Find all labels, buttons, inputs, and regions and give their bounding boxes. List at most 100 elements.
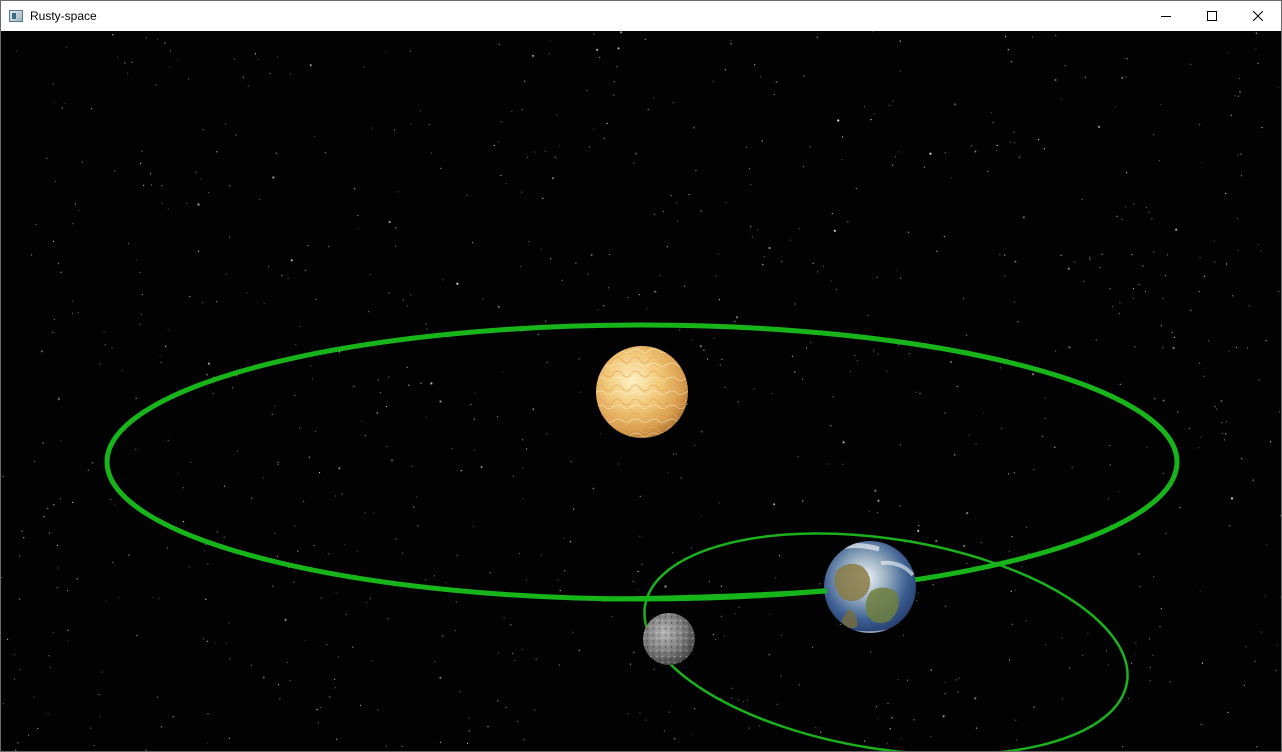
star	[797, 456, 799, 458]
star	[1101, 253, 1103, 255]
star	[1235, 346, 1238, 349]
star	[468, 730, 470, 732]
star	[1074, 261, 1076, 263]
star	[1026, 526, 1028, 528]
star	[653, 213, 656, 215]
star	[534, 709, 536, 711]
minimize-button[interactable]	[1143, 1, 1189, 31]
star	[207, 362, 210, 365]
star	[886, 370, 888, 372]
star	[700, 430, 703, 433]
star	[737, 699, 740, 701]
star	[974, 150, 977, 153]
star	[472, 242, 474, 244]
star	[1008, 659, 1011, 661]
star	[1165, 532, 1167, 534]
star	[1257, 244, 1259, 246]
star	[379, 392, 382, 394]
star	[975, 727, 978, 729]
star	[510, 624, 512, 626]
star	[101, 671, 103, 673]
window-title: Rusty-space	[30, 9, 97, 23]
star	[388, 292, 390, 294]
star	[223, 485, 225, 487]
star	[17, 742, 19, 744]
star	[816, 36, 818, 38]
star	[320, 706, 322, 709]
close-button[interactable]	[1235, 1, 1281, 31]
star	[1126, 172, 1128, 174]
star	[700, 210, 702, 212]
star	[1269, 441, 1272, 443]
star	[943, 235, 946, 238]
star	[377, 379, 379, 381]
star	[616, 66, 618, 68]
star	[206, 640, 208, 643]
star	[592, 128, 595, 131]
star	[1237, 95, 1239, 97]
star	[198, 250, 200, 252]
star	[863, 106, 865, 108]
star	[1018, 156, 1020, 158]
star	[718, 299, 721, 301]
star	[653, 668, 655, 670]
star	[518, 553, 521, 555]
window-controls	[1143, 1, 1281, 31]
star	[500, 121, 502, 123]
star	[520, 265, 522, 268]
star	[419, 110, 422, 112]
render-viewport[interactable]	[1, 31, 1281, 751]
title-bar[interactable]: Rusty-space	[1, 1, 1281, 31]
star	[1266, 544, 1268, 546]
star	[724, 69, 727, 71]
star	[268, 265, 270, 267]
star	[1119, 383, 1121, 385]
star	[715, 638, 717, 641]
star	[842, 136, 844, 138]
star	[748, 167, 751, 170]
maximize-icon	[1207, 11, 1217, 21]
star	[250, 664, 252, 666]
star	[1089, 257, 1091, 259]
star	[110, 498, 112, 501]
star	[202, 302, 204, 304]
star	[1044, 417, 1046, 420]
star	[216, 531, 218, 533]
star	[413, 506, 415, 508]
star	[822, 265, 824, 267]
star	[359, 704, 362, 707]
star	[1258, 379, 1260, 381]
star	[442, 279, 444, 281]
star	[891, 717, 893, 719]
star	[1166, 254, 1169, 256]
star	[1146, 446, 1148, 448]
star	[639, 535, 641, 537]
star	[1238, 77, 1240, 80]
star	[1117, 490, 1119, 492]
star	[287, 277, 289, 279]
star	[691, 734, 693, 736]
star	[1177, 411, 1179, 413]
star	[206, 742, 208, 744]
star	[189, 295, 191, 298]
star	[995, 150, 998, 152]
star	[645, 719, 647, 721]
star	[1144, 290, 1147, 292]
star	[117, 56, 119, 58]
star	[876, 276, 878, 278]
star	[327, 553, 329, 555]
star	[714, 275, 717, 277]
maximize-button[interactable]	[1189, 1, 1235, 31]
star	[771, 393, 773, 395]
star	[371, 127, 373, 129]
star	[472, 525, 475, 528]
star	[691, 339, 693, 341]
star	[1084, 76, 1086, 78]
star	[489, 572, 491, 574]
star	[1265, 340, 1267, 342]
star	[751, 236, 753, 238]
star	[251, 497, 253, 499]
star	[528, 240, 530, 243]
star	[53, 504, 55, 506]
star	[460, 470, 462, 472]
